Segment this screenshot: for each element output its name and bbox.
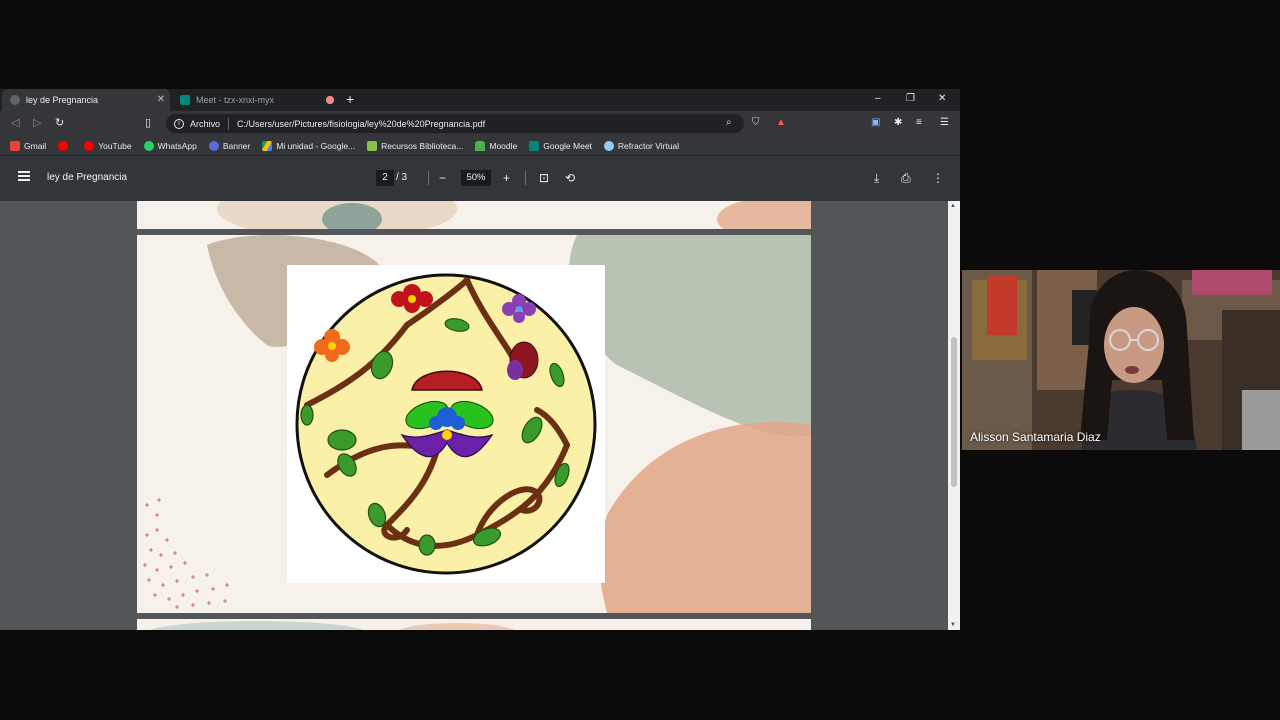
bookmark-label: Refractor Virtual	[617, 140, 680, 151]
browser-window: ley de Pregnancia ✕ Meet - tzx-xnxi-myx …	[0, 89, 960, 630]
back-icon[interactable]: ◁	[11, 116, 19, 129]
mandala-flower-image	[295, 273, 597, 575]
participant-video-tile[interactable]: Alisson Santamaria Diaz	[962, 270, 1280, 450]
tab-pdf[interactable]: ley de Pregnancia ✕	[2, 89, 170, 111]
fit-page-icon[interactable]: ⊡	[539, 170, 549, 186]
download-icon[interactable]: ⤓	[874, 170, 879, 186]
pdf-title: ley de Pregnancia	[47, 172, 128, 183]
scroll-down-icon[interactable]: ▼	[950, 622, 956, 628]
page-decoration	[150, 621, 515, 630]
library-icon	[367, 140, 378, 151]
close-window-button[interactable]: ✕	[938, 93, 946, 104]
tab-label: Meet - tzx-xnxi-myx	[196, 95, 275, 105]
toolbar: ◁ ▷ ↻ ▯ i Archivo C:/Users/user/Pictures…	[0, 111, 960, 136]
banner-icon	[208, 140, 219, 151]
meet-icon	[180, 95, 190, 105]
bookmark-youtube-short[interactable]	[58, 140, 72, 151]
bookmark-gmail[interactable]: Gmail	[10, 140, 47, 151]
toolbar-divider	[428, 171, 429, 185]
refractor-icon	[603, 140, 614, 151]
bookmark-google-meet[interactable]: Google Meet	[529, 140, 592, 151]
gmail-icon	[10, 140, 20, 151]
minimize-button[interactable]: –	[875, 93, 881, 104]
youtube-icon	[84, 140, 95, 151]
menu-icon[interactable]	[18, 171, 30, 181]
brave-shield-icon[interactable]: ⛉	[752, 117, 760, 128]
page-number-input[interactable]: 2	[376, 170, 394, 186]
new-tab-button[interactable]: +	[346, 91, 354, 107]
recording-indicator-icon	[326, 96, 334, 104]
print-icon[interactable]: ⎙	[901, 170, 911, 186]
pdf-toolbar: ley de Pregnancia 2 / 3 − 50% + ⊡ ⟲ ⤓ ⎙ …	[0, 156, 960, 201]
moodle-icon	[475, 140, 486, 151]
toolbar-divider	[525, 171, 526, 185]
zoom-in-icon[interactable]: +	[503, 170, 510, 186]
bookmark-label: Mi unidad - Google...	[276, 140, 356, 151]
participant-video	[962, 270, 1280, 450]
zoom-out-icon[interactable]: −	[439, 170, 446, 186]
extensions-icon[interactable]: ✱	[894, 117, 902, 128]
reload-icon[interactable]: ↻	[55, 116, 64, 129]
reading-list-icon[interactable]: ≡	[916, 117, 922, 128]
bookmark-page-icon[interactable]: ▯	[145, 116, 151, 129]
bookmark-banner[interactable]: Banner	[208, 140, 251, 151]
bookmark-label: YouTube	[98, 140, 132, 151]
tab-meet[interactable]: Meet - tzx-xnxi-myx	[172, 89, 342, 111]
translate-icon[interactable]: ▣	[871, 117, 880, 128]
screen: ley de Pregnancia ✕ Meet - tzx-xnxi-myx …	[0, 0, 1280, 720]
page-decoration	[217, 201, 811, 229]
tab-label: ley de Pregnancia	[26, 95, 99, 105]
rotate-icon[interactable]: ⟲	[565, 170, 575, 186]
more-actions-icon[interactable]: ⋮	[932, 170, 944, 186]
close-tab-icon[interactable]: ✕	[157, 94, 165, 105]
globe-icon	[10, 95, 20, 105]
bookmark-whatsapp[interactable]: WhatsApp	[143, 140, 197, 151]
bookmark-youtube[interactable]: YouTube	[84, 140, 132, 151]
bookmark-label: WhatsApp	[157, 140, 197, 151]
pdf-viewport[interactable]	[0, 201, 948, 630]
restore-button[interactable]: ❐	[906, 93, 915, 104]
bookmark-label: Google Meet	[543, 140, 592, 151]
bookmark-drive[interactable]: Mi unidad - Google...	[262, 140, 356, 151]
scheme-label: Archivo	[190, 118, 221, 129]
forward-icon[interactable]: ▷	[33, 116, 41, 129]
google-drive-icon	[262, 140, 273, 151]
bookmark-biblioteca[interactable]: Recursos Biblioteca...	[367, 140, 464, 151]
bookmark-label: Banner	[222, 140, 251, 151]
pdf-page-previous	[137, 201, 811, 229]
url-text[interactable]: C:/Users/user/Pictures/fisiologia/ley%20…	[237, 119, 485, 129]
meet-icon	[529, 140, 540, 151]
page-total: / 3	[396, 172, 408, 183]
youtube-icon	[58, 140, 69, 151]
pdf-page-current	[137, 235, 811, 613]
bookmark-label: Recursos Biblioteca...	[381, 140, 464, 151]
info-icon[interactable]: i	[174, 118, 184, 129]
address-bar[interactable]: i Archivo C:/Users/user/Pictures/fisiolo…	[166, 114, 744, 133]
pdf-scrollbar[interactable]: ▲ ▼	[948, 201, 960, 630]
tab-strip: ley de Pregnancia ✕ Meet - tzx-xnxi-myx …	[0, 89, 960, 111]
scrollbar-thumb[interactable]	[951, 337, 957, 487]
bookmarks-bar: Gmail YouTube WhatsApp Banner Mi unidad …	[0, 136, 960, 156]
participant-name: Alisson Santamaria Diaz	[970, 430, 1101, 444]
browser-menu-icon[interactable]: ☰	[940, 117, 949, 128]
zoom-lens-icon[interactable]: ⌕	[726, 117, 732, 128]
brave-rewards-icon[interactable]: ▲	[776, 117, 786, 128]
bookmark-label: Moodle	[489, 140, 518, 151]
zoom-input[interactable]: 50%	[461, 170, 491, 186]
whatsapp-icon	[143, 140, 154, 151]
scroll-up-icon[interactable]: ▲	[950, 203, 956, 209]
address-divider	[228, 117, 230, 130]
bookmark-moodle[interactable]: Moodle	[475, 140, 518, 151]
bookmark-label: Gmail	[24, 140, 47, 151]
bookmark-refractor[interactable]: Refractor Virtual	[603, 140, 680, 151]
pdf-page-next	[137, 619, 811, 630]
gestalt-illustration	[287, 265, 605, 583]
